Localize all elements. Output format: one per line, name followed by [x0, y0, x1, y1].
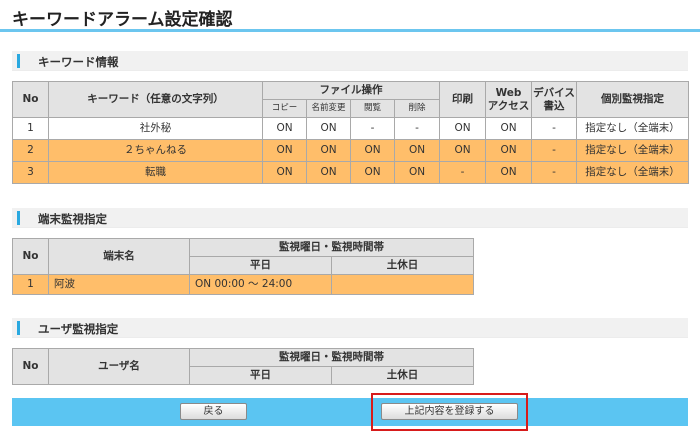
table-row: 1 阿波 ON 00:00 ～ 24:00 [12, 274, 474, 295]
cell-copy: ON [262, 161, 307, 184]
section-marker [17, 321, 20, 335]
cell-weekday: ON 00:00 ～ 24:00 [189, 274, 332, 295]
cell-device: - [531, 117, 577, 140]
col-header-no: No [12, 348, 49, 385]
cell-web: ON [485, 161, 532, 184]
col-header-web-line2: アクセス [487, 99, 530, 112]
cell-copy: ON [262, 139, 307, 162]
col-header-copy: コピー [262, 99, 307, 118]
col-header-individual: 個別監視指定 [576, 81, 689, 118]
cell-view: ON [350, 139, 395, 162]
back-button[interactable]: 戻る [180, 403, 247, 420]
cell-no: 1 [12, 274, 49, 295]
col-header-device: デバイス 書込 [531, 81, 577, 118]
col-header-no: No [12, 81, 49, 118]
cell-copy: ON [262, 117, 307, 140]
col-header-device-line2: 書込 [543, 99, 565, 112]
cell-print: ON [439, 139, 486, 162]
cell-keyword: 転職 [48, 161, 263, 184]
cell-individual: 指定なし（全端末） [576, 139, 689, 162]
footer-action-bar [12, 398, 688, 426]
col-header-no: No [12, 238, 49, 275]
cell-web: ON [485, 139, 532, 162]
col-header-web: Web アクセス [485, 81, 532, 118]
cell-rename: ON [306, 117, 351, 140]
col-header-web-line1: Web [495, 86, 522, 99]
terminal-section-title: 端末監視指定 [38, 212, 107, 226]
cell-delete: - [394, 117, 440, 140]
col-header-user-name: ユーザ名 [48, 348, 190, 385]
cell-no: 3 [12, 161, 49, 184]
cell-no: 1 [12, 117, 49, 140]
cell-device: - [531, 161, 577, 184]
cell-individual: 指定なし（全端末） [576, 161, 689, 184]
keyword-section-title: キーワード情報 [38, 55, 119, 69]
col-header-schedule: 監視曜日・監視時間帯 [189, 348, 474, 367]
col-header-terminal-name: 端末名 [48, 238, 190, 275]
cell-delete: ON [394, 139, 440, 162]
cell-weekend [331, 274, 474, 295]
cell-no: 2 [12, 139, 49, 162]
col-header-view: 閲覧 [350, 99, 395, 118]
cell-web: ON [485, 117, 532, 140]
cell-individual: 指定なし（全端末） [576, 117, 689, 140]
table-row: 3 転職 ON ON ON ON - ON - 指定なし（全端末） [12, 161, 689, 184]
col-header-print: 印刷 [439, 81, 486, 118]
col-header-weekend: 土休日 [331, 366, 474, 385]
col-header-weekday: 平日 [189, 256, 332, 275]
cell-view: ON [350, 161, 395, 184]
table-row: 1 社外秘 ON ON - - ON ON - 指定なし（全端末） [12, 117, 689, 140]
col-header-schedule: 監視曜日・監視時間帯 [189, 238, 474, 257]
cell-keyword: ２ちゃんねる [48, 139, 263, 162]
col-header-delete: 削除 [394, 99, 440, 118]
cell-rename: ON [306, 139, 351, 162]
section-marker [17, 211, 20, 225]
page-title: キーワードアラーム設定確認 [12, 10, 233, 30]
title-divider [0, 29, 700, 32]
cell-terminal-name: 阿波 [48, 274, 190, 295]
highlight-outline [371, 393, 528, 431]
col-header-weekday: 平日 [189, 366, 332, 385]
keyword-table: No キーワード（任意の文字列） ファイル操作 印刷 Web アクセス デバイス… [12, 81, 689, 184]
terminal-section-header: 端末監視指定 [12, 208, 688, 228]
user-section-title: ユーザ監視指定 [38, 322, 119, 336]
cell-rename: ON [306, 161, 351, 184]
table-row: 2 ２ちゃんねる ON ON ON ON ON ON - 指定なし（全端末） [12, 139, 689, 162]
col-header-keyword: キーワード（任意の文字列） [48, 81, 263, 118]
keyword-section-header: キーワード情報 [12, 51, 688, 71]
terminal-table: No 端末名 監視曜日・監視時間帯 平日 土休日 1 阿波 ON 00:00 ～… [12, 238, 474, 295]
cell-print: - [439, 161, 486, 184]
cell-keyword: 社外秘 [48, 117, 263, 140]
cell-print: ON [439, 117, 486, 140]
user-section-header: ユーザ監視指定 [12, 318, 688, 338]
section-marker [17, 54, 20, 68]
cell-view: - [350, 117, 395, 140]
user-table: No ユーザ名 監視曜日・監視時間帯 平日 土休日 [12, 348, 474, 385]
cell-device: - [531, 139, 577, 162]
col-header-device-line1: デバイス [533, 86, 575, 99]
col-header-rename: 名前変更 [306, 99, 351, 118]
col-header-file-ops: ファイル操作 [262, 81, 440, 100]
cell-delete: ON [394, 161, 440, 184]
col-header-weekend: 土休日 [331, 256, 474, 275]
